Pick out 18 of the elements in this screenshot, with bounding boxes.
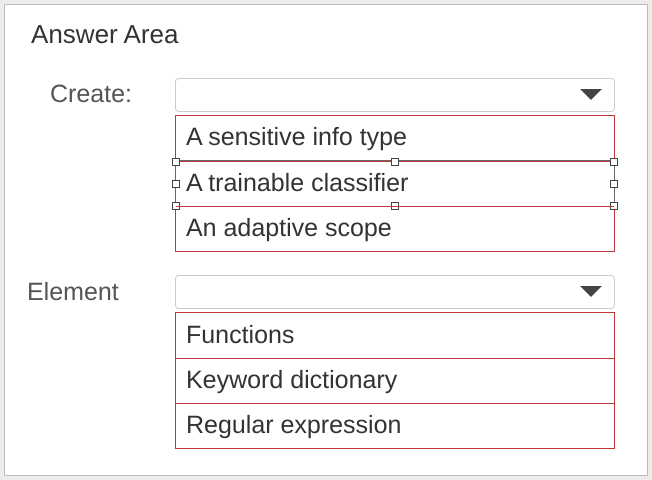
option-item[interactable]: A sensitive info type — [176, 116, 614, 160]
caret-icon — [580, 88, 602, 101]
resize-handle[interactable] — [610, 202, 618, 210]
field-label: Create: — [49, 79, 133, 110]
resize-handle[interactable] — [172, 202, 180, 210]
panel-title: Answer Area — [30, 18, 180, 51]
caret-icon — [580, 286, 602, 298]
resize-handle[interactable] — [391, 158, 399, 166]
option-item[interactable]: Keyword dictionary — [176, 358, 614, 403]
option-item[interactable]: An adaptive scope — [176, 206, 614, 250]
resize-handle[interactable] — [610, 180, 618, 188]
option-item[interactable]: A trainable classifier — [176, 160, 614, 206]
option-item[interactable]: Functions — [176, 313, 614, 358]
resize-handle[interactable] — [610, 158, 618, 166]
resize-handle[interactable] — [172, 180, 180, 188]
field-label: Element — [26, 276, 120, 308]
resize-handle[interactable] — [172, 158, 180, 166]
option-item[interactable]: Regular expression — [176, 403, 614, 448]
